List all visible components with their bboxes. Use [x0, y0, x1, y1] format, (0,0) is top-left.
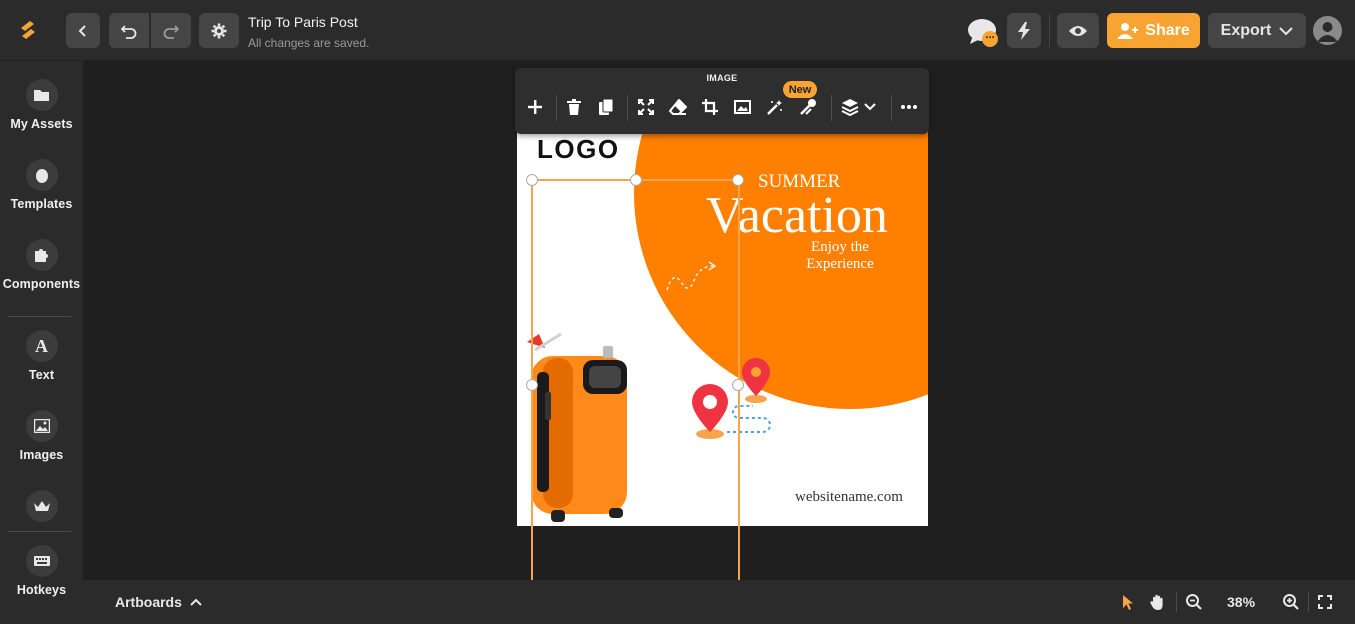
toolbar-divider: [627, 95, 628, 121]
magic-wand-icon[interactable]: [765, 98, 783, 116]
sidebar-item-premium[interactable]: [0, 490, 83, 522]
zoom-out-icon[interactable]: [1185, 593, 1203, 611]
pointer-icon[interactable]: [1119, 593, 1137, 611]
app-logo-icon[interactable]: [16, 18, 40, 42]
lightning-button[interactable]: [1007, 13, 1041, 48]
top-bar: Trip To Paris Post All changes are saved…: [0, 0, 1355, 61]
sidebar-item-label: My Assets: [10, 117, 73, 131]
puzzle-icon: [25, 239, 58, 271]
artboards-toggle[interactable]: Artboards: [115, 594, 202, 610]
sidebar-item-label: Images: [19, 448, 64, 462]
sidebar-item-hotkeys[interactable]: Hotkeys: [0, 545, 83, 597]
toolbar-title: IMAGE: [706, 73, 738, 83]
logo-text[interactable]: LOGO: [537, 134, 620, 165]
save-status: All changes are saved.: [248, 36, 370, 50]
keyboard-icon: [25, 545, 58, 577]
zoom-level[interactable]: 38%: [1227, 594, 1255, 610]
artboard-canvas[interactable]: LOGO SUMMER Vacation Enjoy the Experienc…: [517, 100, 928, 526]
resize-handle-top[interactable]: [630, 174, 642, 186]
duplicate-icon[interactable]: [597, 98, 615, 116]
toolbar-divider: [556, 95, 557, 121]
crop-icon[interactable]: [701, 98, 719, 116]
redo-button[interactable]: [151, 13, 191, 48]
comment-badge: ...: [985, 29, 995, 41]
sidebar-divider: [8, 531, 71, 532]
chevron-left-icon: [78, 24, 86, 37]
expand-icon[interactable]: [637, 98, 655, 116]
settings-button[interactable]: [199, 13, 239, 48]
eye-icon: [1069, 25, 1087, 36]
gear-icon: [211, 23, 227, 38]
lightning-icon: [1018, 21, 1030, 40]
text-icon: A: [25, 330, 58, 362]
dotted-route-decoration[interactable]: [723, 396, 773, 436]
resize-handle-left[interactable]: [526, 379, 538, 391]
egg-icon: [25, 159, 58, 191]
undo-button[interactable]: [109, 13, 149, 48]
image-toolbar: IMAGE New: [515, 68, 929, 134]
share-label: Share: [1145, 21, 1190, 39]
replace-image-icon[interactable]: [733, 98, 751, 116]
enjoy-line-1: Enjoy the: [811, 239, 869, 255]
avatar[interactable]: [1313, 16, 1342, 45]
bottom-bar: Artboards 38%: [83, 580, 1355, 624]
left-sidebar: My Assets Templates Components A Text Im…: [0, 61, 83, 624]
sidebar-item-label: Text: [28, 368, 55, 382]
divider: [1049, 14, 1050, 47]
resize-handle-right[interactable]: [732, 379, 744, 391]
user-icon: [1317, 22, 1338, 42]
chevron-down-icon: [1279, 26, 1294, 35]
dashed-path-decoration[interactable]: [663, 260, 719, 300]
ai-tool-icon[interactable]: [799, 98, 817, 116]
website-text[interactable]: websitename.com: [795, 489, 903, 506]
vacation-text[interactable]: Vacation: [706, 186, 888, 245]
back-button[interactable]: [66, 13, 100, 48]
export-label: Export: [1220, 21, 1272, 39]
layers-dropdown[interactable]: [841, 97, 881, 117]
folder-icon: [25, 79, 58, 111]
trash-icon[interactable]: [565, 98, 583, 116]
chevron-down-icon: [864, 103, 876, 111]
redo-icon: [163, 24, 180, 39]
orange-circle-shape[interactable]: [634, 100, 928, 409]
sidebar-item-components[interactable]: Components: [0, 239, 83, 291]
new-badge: New: [783, 81, 817, 98]
enjoy-text[interactable]: Enjoy the Experience: [802, 239, 878, 273]
enjoy-line-2: Experience: [806, 256, 874, 272]
share-button[interactable]: Share: [1107, 13, 1200, 48]
resize-handle-top-left[interactable]: [526, 174, 538, 186]
toolbar-divider: [831, 95, 832, 121]
export-button[interactable]: Export: [1208, 13, 1306, 48]
hand-icon[interactable]: [1149, 593, 1167, 611]
layers-icon: [841, 99, 859, 116]
sidebar-item-label: Components: [2, 277, 81, 291]
comments-button[interactable]: ...: [966, 16, 1000, 48]
undo-icon: [120, 24, 137, 39]
sidebar-item-images[interactable]: Images: [0, 410, 83, 462]
sidebar-item-templates[interactable]: Templates: [0, 159, 83, 211]
chevron-up-icon: [190, 598, 202, 606]
sidebar-item-label: Hotkeys: [16, 583, 67, 597]
bottombar-divider: [1308, 592, 1309, 612]
add-icon[interactable]: [526, 98, 544, 116]
sidebar-divider: [8, 316, 71, 317]
sidebar-item-my-assets[interactable]: My Assets: [0, 79, 83, 131]
more-options-icon[interactable]: [900, 98, 918, 116]
sidebar-item-text[interactable]: A Text: [0, 330, 83, 382]
add-user-icon: [1117, 22, 1139, 39]
zoom-in-icon[interactable]: [1282, 593, 1300, 611]
preview-button[interactable]: [1057, 13, 1099, 48]
eraser-icon[interactable]: [669, 98, 687, 116]
bottombar-divider: [1176, 592, 1177, 612]
resize-handle-top-right[interactable]: [732, 174, 744, 186]
suitcase-image[interactable]: [523, 332, 643, 526]
sidebar-item-label: Templates: [10, 197, 73, 211]
fullscreen-icon[interactable]: [1316, 593, 1334, 611]
artboards-label: Artboards: [115, 594, 182, 610]
document-title[interactable]: Trip To Paris Post: [248, 14, 358, 30]
crown-icon: [25, 490, 58, 522]
toolbar-divider: [891, 95, 892, 121]
image-icon: [25, 410, 58, 442]
